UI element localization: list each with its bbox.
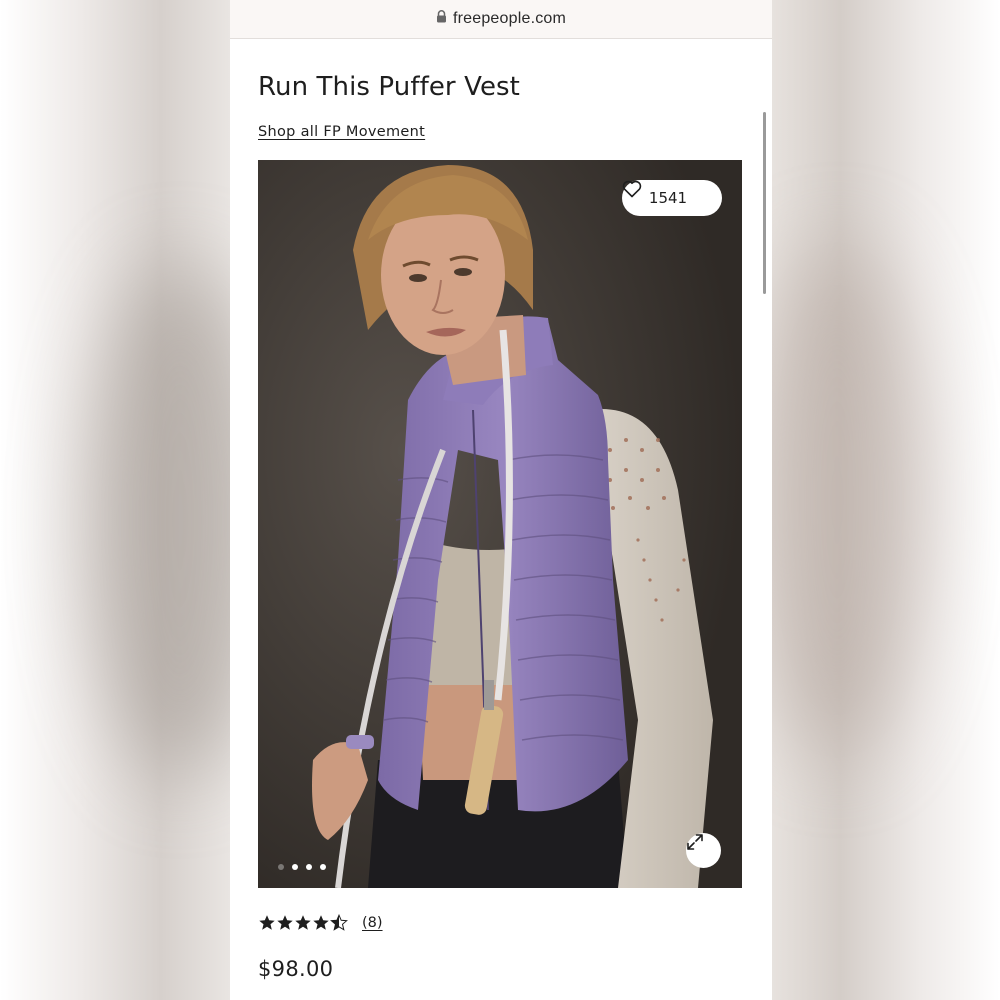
left-blur-backdrop	[0, 0, 230, 1000]
gallery-dot[interactable]	[278, 864, 284, 870]
star-rating	[258, 914, 348, 932]
browser-url-bar[interactable]: freepeople.com	[230, 0, 772, 39]
favorite-button[interactable]: 1541	[622, 180, 722, 216]
star-icon	[295, 915, 311, 930]
star-icon	[259, 915, 275, 930]
product-photo-illustration	[258, 160, 742, 888]
half-star-icon	[330, 914, 348, 931]
gallery-dot[interactable]	[306, 864, 312, 870]
rating-row: (8)	[258, 914, 383, 932]
review-count-link[interactable]: (8)	[362, 915, 383, 931]
gallery-dot[interactable]	[320, 864, 326, 870]
gallery-dot-active[interactable]	[292, 864, 298, 870]
favorite-count: 1541	[648, 189, 688, 207]
product-title: Run This Puffer Vest	[258, 72, 520, 102]
product-price: $98.00	[258, 957, 334, 981]
star-icon	[313, 915, 329, 930]
star-icons	[259, 914, 348, 931]
right-blur-backdrop	[772, 0, 1000, 1000]
gallery-pagination-dots	[278, 864, 326, 870]
shop-all-link[interactable]: Shop all FP Movement	[258, 124, 425, 140]
url-text: freepeople.com	[452, 10, 567, 27]
expand-image-button[interactable]	[686, 833, 721, 868]
scrollbar[interactable]	[763, 112, 766, 294]
product-image[interactable]: 1541	[258, 160, 742, 888]
lock-icon	[436, 10, 447, 28]
phone-screen: freepeople.com Run This Puffer Vest Shop…	[230, 0, 772, 1000]
star-icon	[277, 915, 293, 930]
